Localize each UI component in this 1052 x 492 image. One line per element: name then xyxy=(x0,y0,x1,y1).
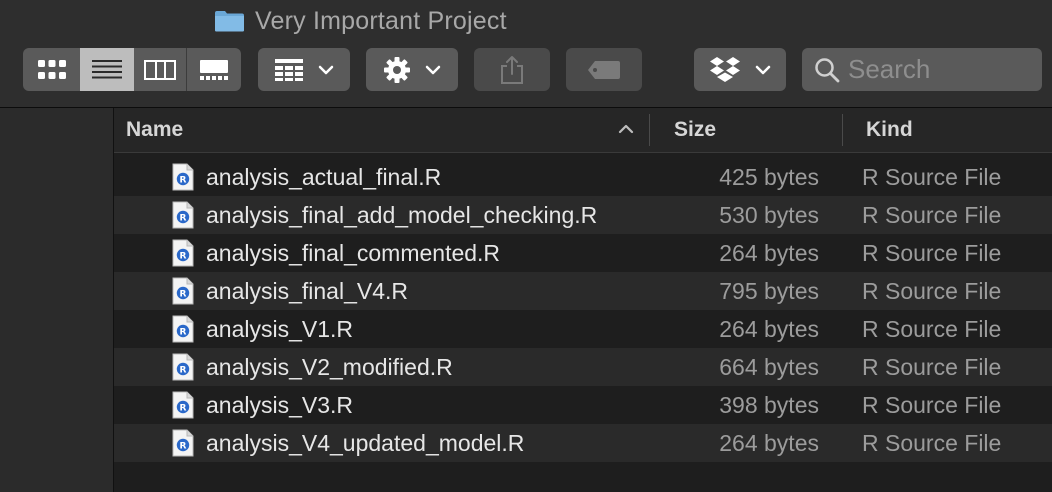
gallery-view-icon xyxy=(199,59,228,80)
file-size: 264 bytes xyxy=(719,430,819,456)
file-size: 425 bytes xyxy=(719,164,819,190)
share-button[interactable] xyxy=(474,48,550,91)
r-file-icon: R xyxy=(172,163,194,191)
file-size: 530 bytes xyxy=(719,202,819,228)
column-view-icon xyxy=(144,59,176,80)
file-size: 264 bytes xyxy=(719,316,819,342)
icon-view-button[interactable] xyxy=(23,48,80,91)
window-title-text: Very Important Project xyxy=(255,6,507,35)
file-row[interactable]: R analysis_actual_final.R 425 bytes R So… xyxy=(114,158,1052,196)
finder-window: Very Important Project Search Name Size … xyxy=(0,0,1052,492)
column-header-kind-label: Kind xyxy=(866,118,913,141)
file-kind: R Source File xyxy=(862,240,1002,266)
r-file-icon: R xyxy=(172,277,194,305)
column-header-size-label: Size xyxy=(674,118,717,141)
window-title: Very Important Project xyxy=(214,4,507,38)
icon-view-icon xyxy=(37,59,66,79)
gallery-view-button[interactable] xyxy=(187,48,240,91)
dropbox-button[interactable] xyxy=(694,48,786,91)
column-header-size[interactable]: Size xyxy=(674,108,844,152)
file-name: analysis_V2_modified.R xyxy=(206,354,453,380)
search-field[interactable] xyxy=(802,48,1042,91)
file-kind: R Source File xyxy=(862,354,1002,380)
file-kind: R Source File xyxy=(862,392,1002,418)
r-file-icon: R xyxy=(172,353,194,381)
file-row[interactable]: R analysis_final_commented.R 264 bytes R… xyxy=(114,234,1052,272)
file-kind: R Source File xyxy=(862,316,1002,342)
r-file-icon: R xyxy=(172,391,194,419)
r-file-icon: R xyxy=(172,239,194,267)
column-header-name[interactable]: Name xyxy=(126,108,636,152)
svg-text:R: R xyxy=(180,289,187,299)
sort-ascending-icon xyxy=(618,124,634,134)
chevron-down-icon xyxy=(755,65,771,74)
group-button[interactable] xyxy=(258,48,350,91)
r-file-icon: R xyxy=(172,429,194,457)
column-divider[interactable] xyxy=(842,114,843,146)
file-kind: R Source File xyxy=(862,202,1002,228)
svg-text:R: R xyxy=(180,441,187,451)
column-header-bar: Name Size Kind xyxy=(114,108,1052,153)
file-name: analysis_final_commented.R xyxy=(206,240,501,266)
svg-text:R: R xyxy=(180,327,187,337)
column-header-kind[interactable]: Kind xyxy=(866,108,1046,152)
list-view-icon xyxy=(92,59,122,78)
file-size: 664 bytes xyxy=(719,354,819,380)
file-kind: R Source File xyxy=(862,430,1002,456)
file-size: 398 bytes xyxy=(719,392,819,418)
file-list: R analysis_actual_final.R 425 bytes R So… xyxy=(114,158,1052,462)
chevron-down-icon xyxy=(425,65,441,74)
column-header-name-label: Name xyxy=(126,118,184,141)
file-row[interactable]: R analysis_V3.R 398 bytes R Source File xyxy=(114,386,1052,424)
file-row[interactable]: R analysis_final_add_model_checking.R 53… xyxy=(114,196,1052,234)
file-size: 795 bytes xyxy=(719,278,819,304)
r-file-icon: R xyxy=(172,315,194,343)
svg-text:R: R xyxy=(180,175,187,185)
tag-icon xyxy=(588,60,620,79)
file-name: analysis_final_add_model_checking.R xyxy=(206,202,598,228)
group-grid-icon xyxy=(275,58,303,81)
file-name: analysis_V3.R xyxy=(206,392,354,418)
toolbar: Very Important Project xyxy=(0,0,1052,108)
search-icon xyxy=(815,57,840,82)
svg-text:R: R xyxy=(180,365,187,375)
file-row[interactable]: R analysis_V2_modified.R 664 bytes R Sou… xyxy=(114,348,1052,386)
folder-icon xyxy=(215,11,244,32)
file-kind: R Source File xyxy=(862,278,1002,304)
svg-text:R: R xyxy=(180,251,187,261)
svg-text:R: R xyxy=(180,213,187,223)
svg-text:R: R xyxy=(180,403,187,413)
tag-button[interactable] xyxy=(566,48,642,91)
dropbox-icon xyxy=(710,56,740,82)
file-name: analysis_actual_final.R xyxy=(206,164,442,190)
share-icon xyxy=(501,55,523,84)
column-divider[interactable] xyxy=(649,114,650,146)
file-name: analysis_V1.R xyxy=(206,316,354,342)
sidebar xyxy=(0,108,114,492)
list-view-button[interactable] xyxy=(80,48,134,91)
file-row[interactable]: R analysis_V4_updated_model.R 264 bytes … xyxy=(114,424,1052,462)
file-name: analysis_V4_updated_model.R xyxy=(206,430,525,456)
file-kind: R Source File xyxy=(862,164,1002,190)
file-size: 264 bytes xyxy=(719,240,819,266)
file-name: analysis_final_V4.R xyxy=(206,278,409,304)
action-button[interactable] xyxy=(366,48,458,91)
view-mode-control[interactable] xyxy=(23,48,241,91)
file-row[interactable]: R analysis_final_V4.R 795 bytes R Source… xyxy=(114,272,1052,310)
file-row[interactable]: R analysis_V1.R 264 bytes R Source File xyxy=(114,310,1052,348)
column-view-button[interactable] xyxy=(134,48,186,91)
chevron-down-icon xyxy=(318,65,334,74)
search-input[interactable] xyxy=(848,54,1028,85)
r-file-icon: R xyxy=(172,201,194,229)
gear-icon xyxy=(384,56,410,83)
